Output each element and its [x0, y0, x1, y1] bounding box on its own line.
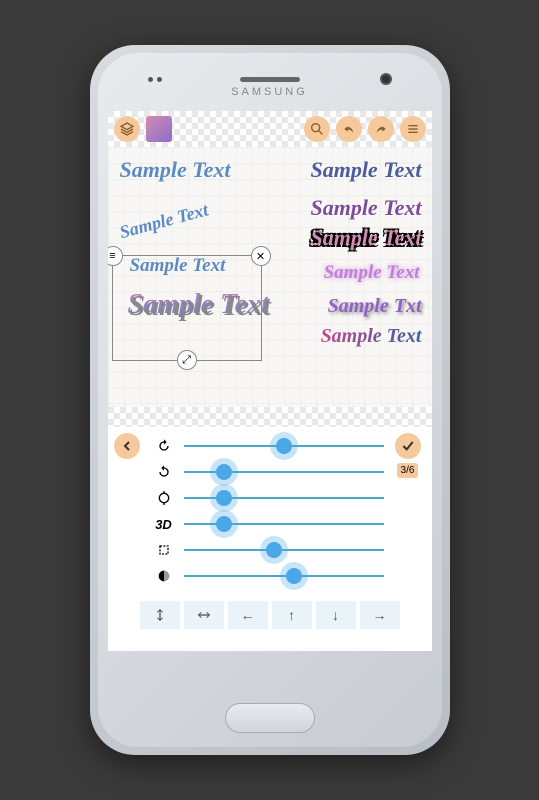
menu-icon [405, 121, 421, 137]
layers-button[interactable] [114, 116, 140, 142]
sample-text-9[interactable]: Sample Txt [328, 295, 422, 318]
align-down-button[interactable]: ↓ [316, 601, 356, 629]
phone-top-hardware: SAMSUNG [108, 63, 432, 111]
sample-text-7[interactable]: Sample Text [324, 262, 420, 284]
slider-track[interactable] [184, 471, 384, 473]
menu-button[interactable] [400, 116, 426, 142]
sample-text-3[interactable]: Sample Text [117, 192, 238, 243]
slider-track[interactable] [184, 445, 384, 447]
slider-thumb[interactable] [216, 516, 232, 532]
slider-thumb[interactable] [216, 490, 232, 506]
redo-icon [373, 121, 389, 137]
color-picker-button[interactable] [146, 116, 172, 142]
rotate-ccw-icon [152, 438, 176, 454]
zoom-button[interactable] [304, 116, 330, 142]
sample-text-2[interactable]: Sample Text [310, 157, 421, 183]
align-center-h-button[interactable] [184, 601, 224, 629]
align-left-button[interactable]: ← [228, 601, 268, 629]
selection-close-handle[interactable]: ✕ [251, 246, 271, 266]
slider-track[interactable] [184, 497, 384, 499]
layers-icon [119, 121, 135, 137]
top-toolbar [108, 111, 432, 147]
align-up-button[interactable]: ↑ [272, 601, 312, 629]
check-icon [400, 438, 416, 454]
sample-text-1[interactable]: Sample Text [120, 157, 231, 183]
3D-icon: 3D [152, 517, 176, 532]
search-icon [309, 121, 325, 137]
undo-icon [341, 121, 357, 137]
selection-box[interactable]: ≡ ✕ ⤢ [112, 255, 262, 361]
slider-thumb[interactable] [286, 568, 302, 584]
slider-3D: 3D [152, 511, 384, 537]
controls-panel: 3D 3/6 ←↑↓→ [108, 407, 432, 651]
sample-text-4[interactable]: Sample Text [310, 195, 421, 221]
step-indicator: 3/6 [397, 463, 419, 478]
align-center-v-button[interactable] [140, 601, 180, 629]
sample-text-10[interactable]: Sample Text [321, 325, 422, 348]
rotate-cw-icon [152, 464, 176, 480]
controls-divider [108, 407, 432, 427]
canvas-area[interactable]: Sample Text Sample Text Sample Text Samp… [108, 147, 432, 407]
back-button[interactable] [114, 433, 140, 459]
phone-frame: SAMSUNG [90, 45, 450, 755]
slider-thumb[interactable] [216, 464, 232, 480]
selection-resize-handle[interactable]: ⤢ [177, 350, 197, 370]
slider-crop [152, 537, 384, 563]
slider-fade-circle [152, 563, 384, 589]
sample-text-5[interactable]: Sample Text [310, 225, 421, 251]
app-screen: Sample Text Sample Text Sample Text Samp… [108, 111, 432, 651]
phone-body: SAMSUNG [98, 53, 442, 747]
slider-track[interactable] [184, 549, 384, 551]
slider-thumb[interactable] [266, 542, 282, 558]
slider-rotate-loop [152, 485, 384, 511]
home-button[interactable] [225, 703, 315, 733]
sliders-group: 3D [152, 433, 384, 589]
arrow-left-icon [119, 438, 135, 454]
slider-rotate-cw [152, 459, 384, 485]
slider-track[interactable] [184, 575, 384, 577]
slider-track[interactable] [184, 523, 384, 525]
slider-rotate-ccw [152, 433, 384, 459]
crop-icon [152, 542, 176, 558]
undo-button[interactable] [336, 116, 362, 142]
phone-brand: SAMSUNG [231, 86, 308, 98]
slider-thumb[interactable] [276, 438, 292, 454]
redo-button[interactable] [368, 116, 394, 142]
rotate-loop-icon [152, 490, 176, 506]
align-right-button[interactable]: → [360, 601, 400, 629]
fade-circle-icon [152, 568, 176, 584]
alignment-buttons: ←↑↓→ [108, 595, 432, 635]
confirm-button[interactable] [395, 433, 421, 459]
selection-options-handle[interactable]: ≡ [108, 246, 123, 266]
